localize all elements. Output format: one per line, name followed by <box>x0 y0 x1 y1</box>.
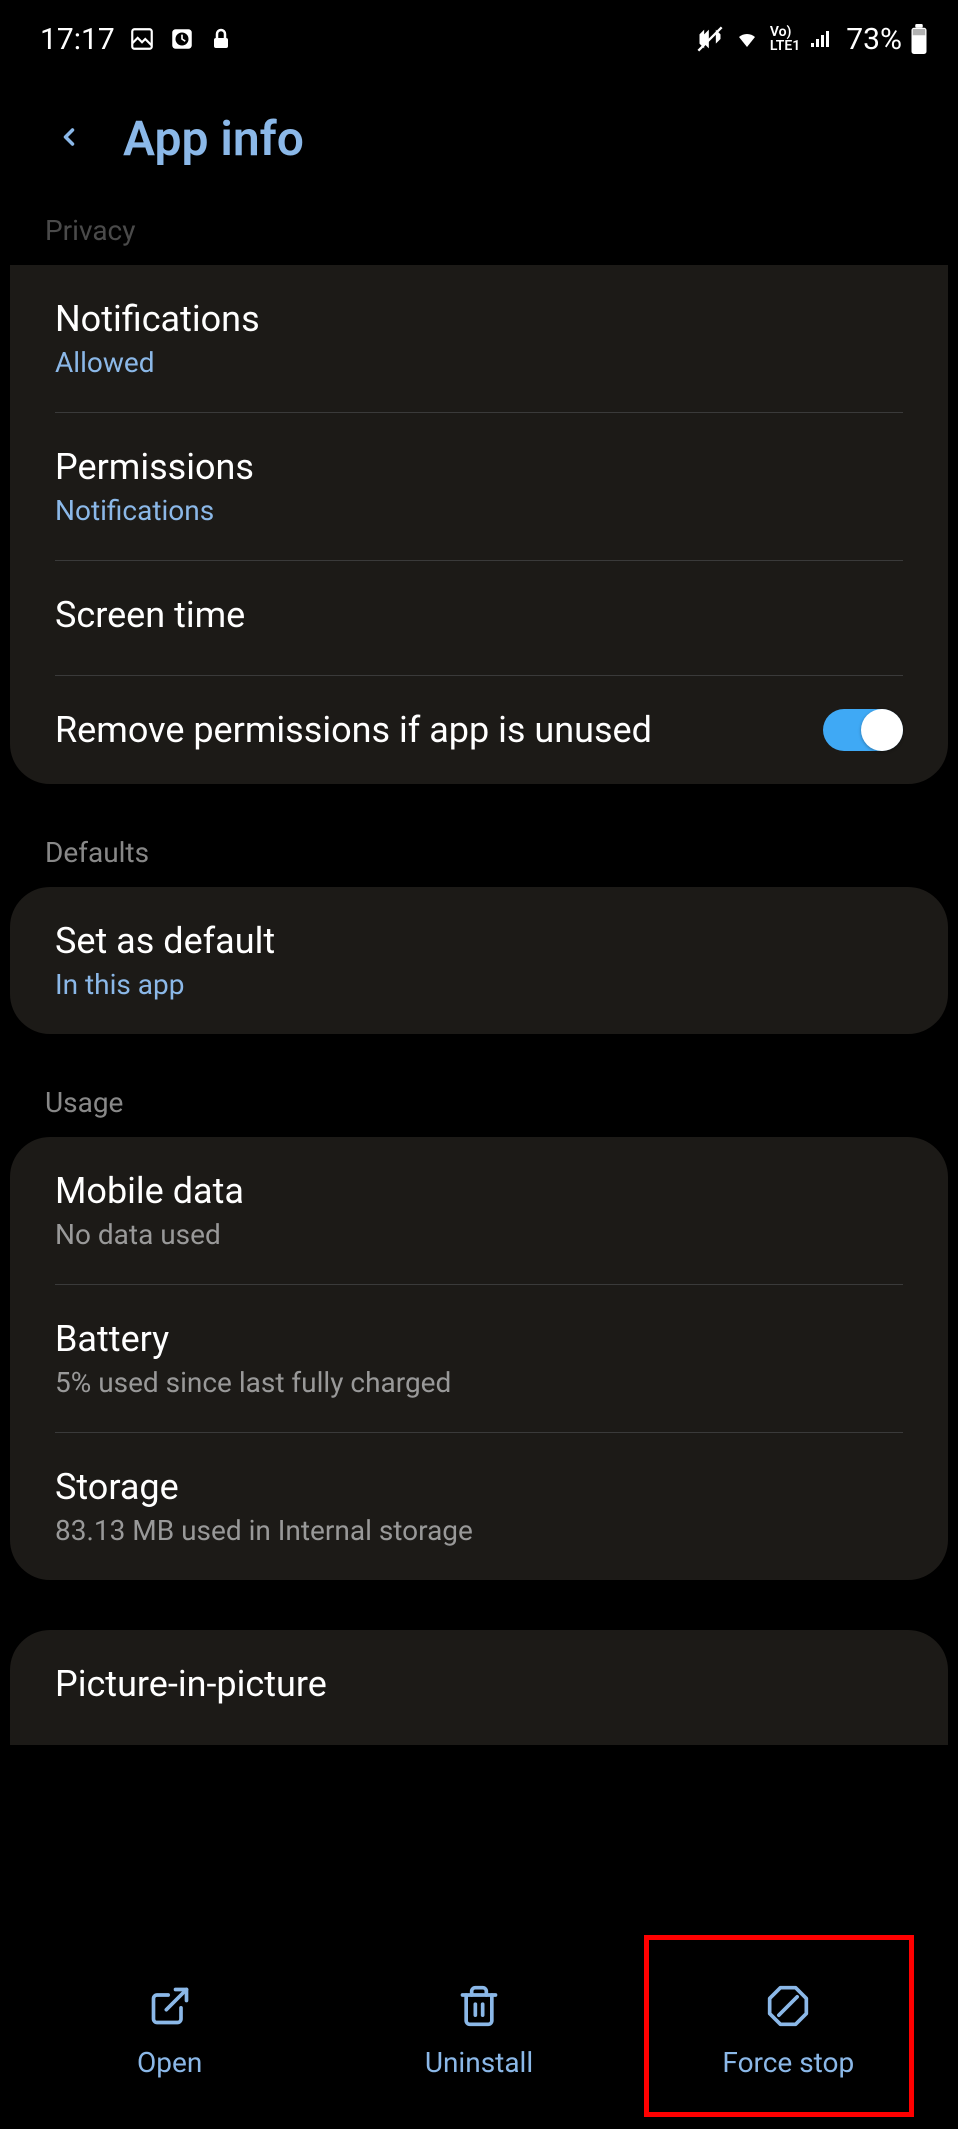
permissions-title: Permissions <box>55 446 903 488</box>
open-icon <box>148 1984 192 2032</box>
screentime-title: Screen time <box>55 594 903 636</box>
battery-item[interactable]: Battery 5% used since last fully charged <box>10 1285 948 1432</box>
battery-title: Battery <box>55 1318 903 1360</box>
remove-permissions-item[interactable]: Remove permissions if app is unused <box>10 676 948 784</box>
vibrate-icon <box>696 25 724 53</box>
notifications-title: Notifications <box>55 298 903 340</box>
mobile-data-title: Mobile data <box>55 1170 903 1212</box>
set-default-title: Set as default <box>55 920 903 962</box>
set-default-item[interactable]: Set as default In this app <box>10 887 948 1034</box>
storage-item[interactable]: Storage 83.13 MB used in Internal storag… <box>10 1433 948 1580</box>
bottom-nav: Open Uninstall Force stop <box>0 1954 958 2129</box>
pip-title: Picture-in-picture <box>55 1663 903 1705</box>
privacy-section-label: Privacy <box>0 202 958 265</box>
set-default-value: In this app <box>55 968 903 1001</box>
open-button[interactable]: Open <box>15 1964 324 2099</box>
page-header: App info <box>0 70 958 202</box>
permissions-item[interactable]: Permissions Notifications <box>10 413 948 560</box>
usage-card: Mobile data No data used Battery 5% used… <box>10 1137 948 1580</box>
image-icon <box>129 26 155 52</box>
force-stop-label: Force stop <box>722 2046 854 2079</box>
usage-section-label: Usage <box>0 1074 958 1137</box>
battery-percentage: 73% <box>846 22 902 57</box>
notifications-value: Allowed <box>55 346 903 379</box>
mobile-data-value: No data used <box>55 1218 903 1251</box>
permissions-value: Notifications <box>55 494 903 527</box>
defaults-card: Set as default In this app <box>10 887 948 1034</box>
forbidden-icon <box>766 1984 810 2032</box>
lock-icon <box>209 25 233 53</box>
wifi-icon <box>732 27 762 51</box>
uninstall-button[interactable]: Uninstall <box>324 1964 633 2099</box>
trash-icon <box>457 1984 501 2032</box>
remove-permissions-title: Remove permissions if app is unused <box>55 709 823 751</box>
volte-icon: Vo)LTE1 <box>770 25 800 53</box>
privacy-card: Notifications Allowed Permissions Notifi… <box>10 265 948 784</box>
signal-icon <box>808 27 834 51</box>
storage-value: 83.13 MB used in Internal storage <box>55 1514 903 1547</box>
pip-card: Picture-in-picture <box>10 1630 948 1745</box>
remove-permissions-toggle[interactable] <box>823 709 903 751</box>
uninstall-label: Uninstall <box>425 2046 533 2079</box>
page-title: App info <box>123 110 304 167</box>
clock: 17:17 <box>40 22 115 57</box>
storage-title: Storage <box>55 1466 903 1508</box>
clock-app-icon <box>169 26 195 52</box>
status-right: Vo)LTE1 73% <box>696 22 928 57</box>
force-stop-button[interactable]: Force stop <box>634 1964 943 2099</box>
battery-icon <box>910 24 928 54</box>
open-label: Open <box>137 2046 202 2079</box>
screentime-item[interactable]: Screen time <box>10 561 948 675</box>
status-left: 17:17 <box>40 22 233 57</box>
defaults-section-label: Defaults <box>0 824 958 887</box>
battery-value: 5% used since last fully charged <box>55 1366 903 1399</box>
back-button[interactable] <box>55 113 83 165</box>
notifications-item[interactable]: Notifications Allowed <box>10 265 948 412</box>
toggle-knob <box>861 709 903 751</box>
pip-item[interactable]: Picture-in-picture <box>10 1630 948 1715</box>
status-bar: 17:17 Vo)LTE1 73% <box>0 0 958 70</box>
mobile-data-item[interactable]: Mobile data No data used <box>10 1137 948 1284</box>
